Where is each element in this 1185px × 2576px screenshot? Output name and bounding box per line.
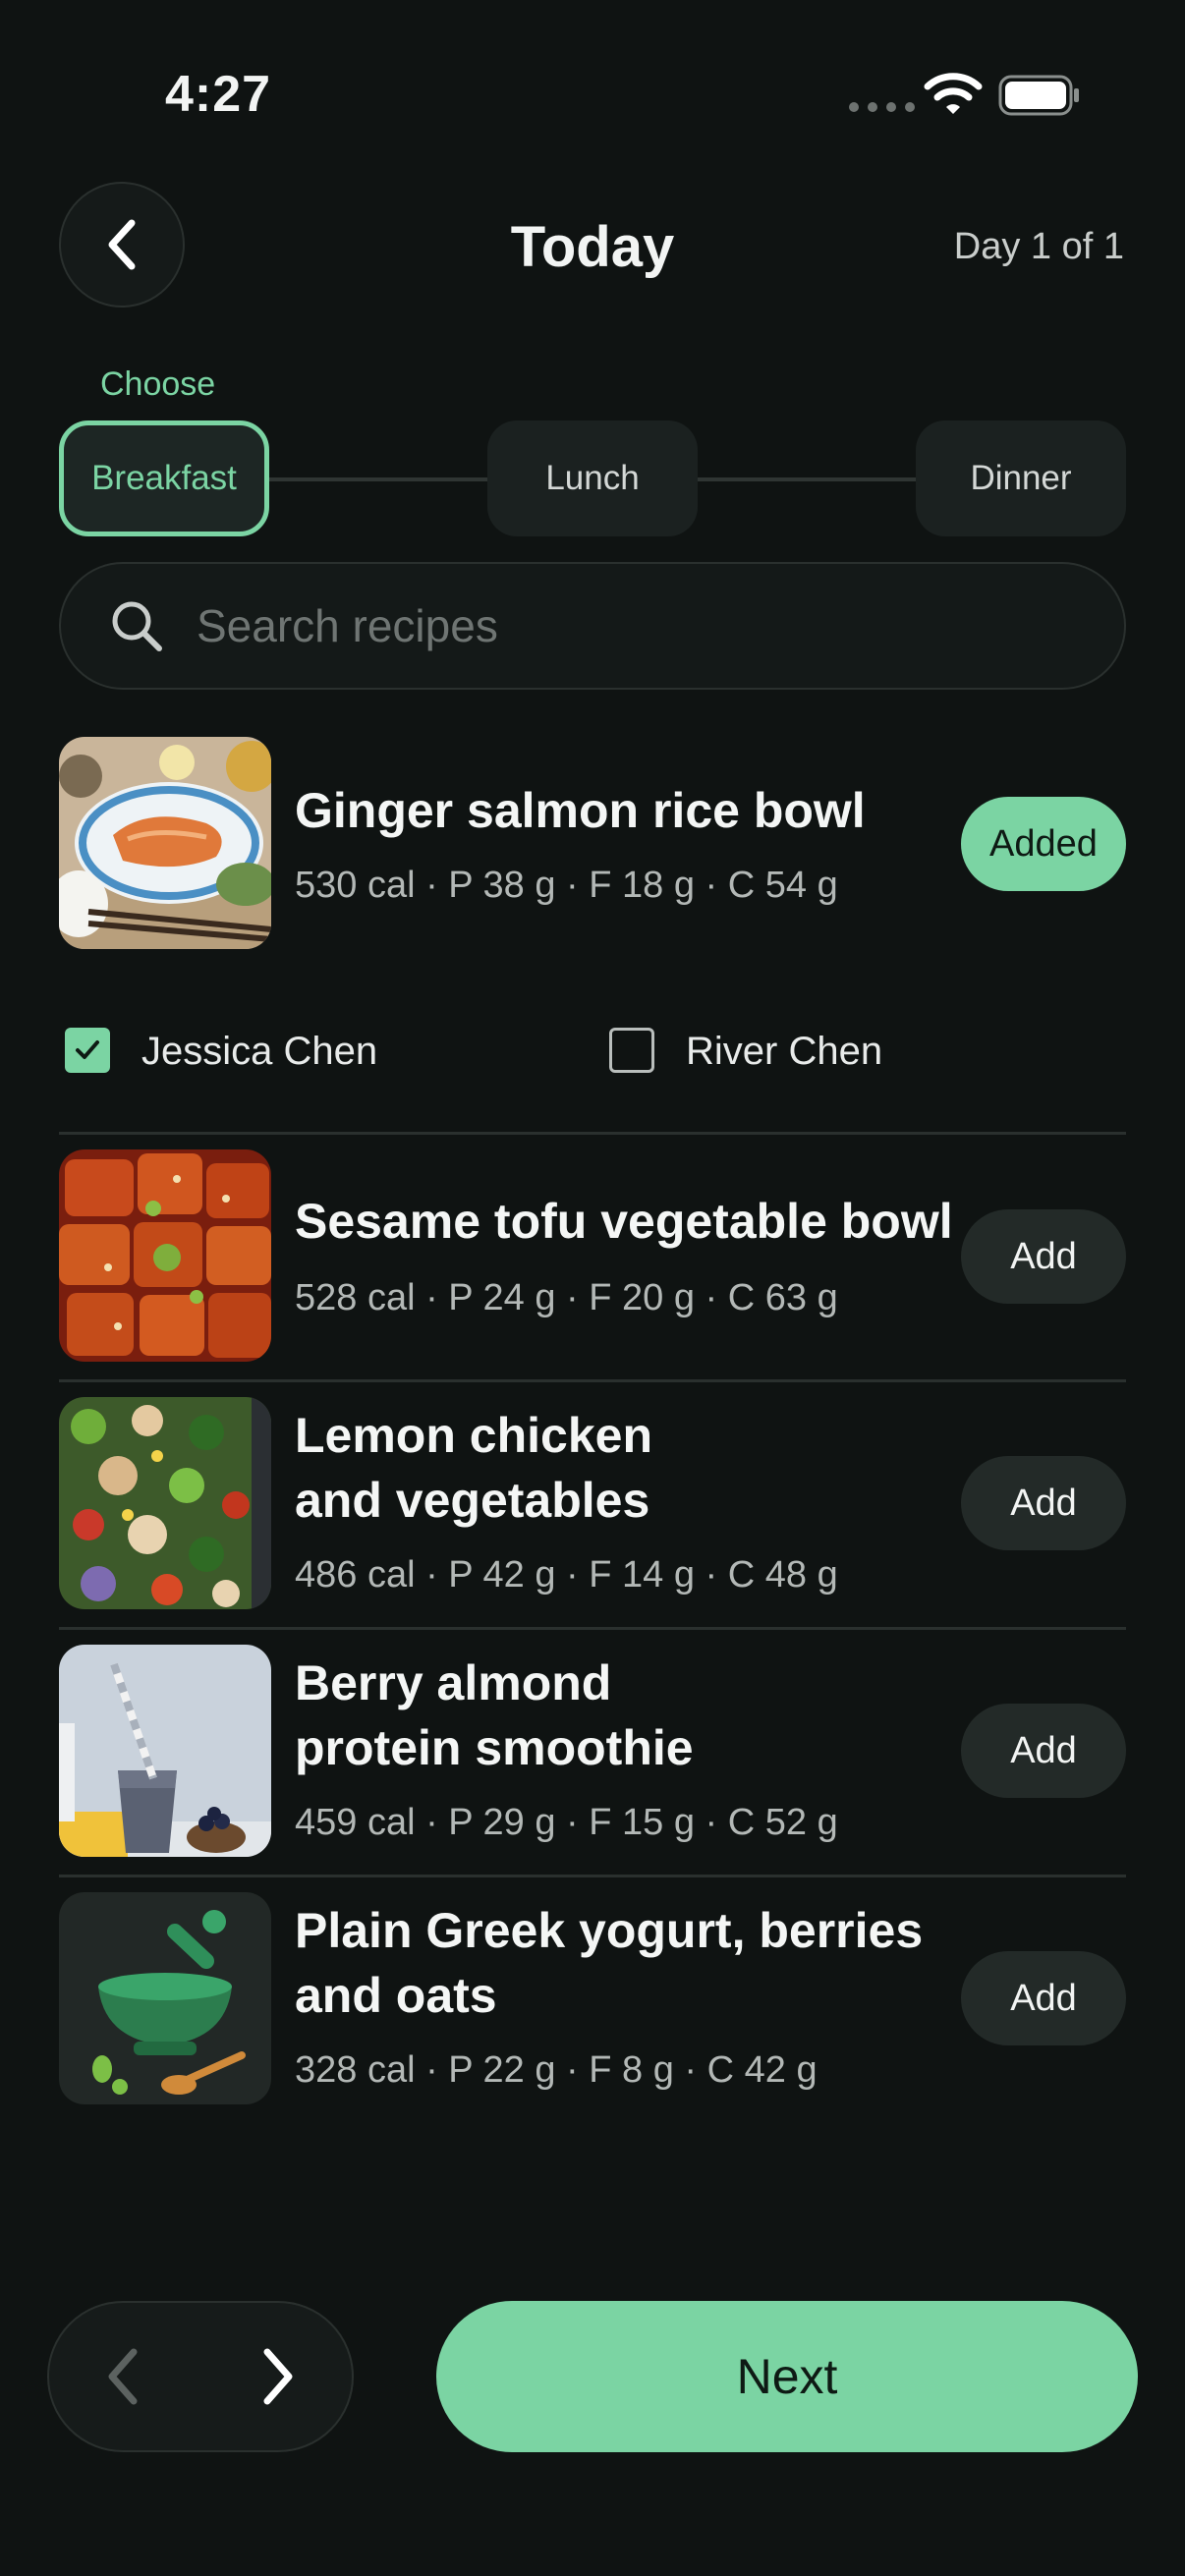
- tab-breakfast[interactable]: Breakfast: [59, 420, 269, 536]
- salmon-bowl-photo: [59, 737, 271, 949]
- smoothie-photo: [59, 1645, 271, 1857]
- recipe-name: Plain Greek yogurt, berries and oats: [295, 1903, 924, 2023]
- wifi-icon: [924, 73, 983, 114]
- chicken-vegetables-photo: [59, 1397, 271, 1609]
- add-button[interactable]: Add: [961, 1951, 1126, 2045]
- person-name: Jessica Chen: [141, 1030, 378, 1073]
- recipe-macros: 528 cal · P 24 g · F 20 g · C 63 g: [295, 1277, 838, 1318]
- recipe-image: [59, 737, 271, 949]
- day-pager: [47, 2301, 354, 2452]
- search-icon: [112, 601, 162, 651]
- next-button[interactable]: Next: [436, 2301, 1138, 2452]
- day-indicator: Day 1 of 1: [953, 226, 1124, 267]
- tab-connector: [267, 477, 489, 481]
- recipe-name: Lemon chicken and vegetables: [295, 1408, 652, 1528]
- recipe-macros: 328 cal · P 22 g · F 8 g · C 42 g: [295, 2049, 818, 2091]
- check-icon: [76, 1040, 99, 1059]
- divider: [59, 1627, 1126, 1630]
- search-bar[interactable]: [59, 562, 1126, 690]
- checkbox-river[interactable]: [609, 1028, 654, 1073]
- recipe-name: Ginger salmon rice bowl: [295, 783, 866, 838]
- add-button[interactable]: Add: [961, 1456, 1126, 1550]
- status-time: 4:27: [165, 66, 272, 123]
- recipe-name: Sesame tofu vegetable bowl: [295, 1194, 953, 1249]
- tab-lunch[interactable]: Lunch: [487, 420, 698, 536]
- cellular-signal-icon: [849, 102, 915, 112]
- battery-icon: [998, 75, 1079, 116]
- added-button[interactable]: Added: [961, 797, 1126, 891]
- recipe-image: [59, 1149, 271, 1362]
- recipe-image: [59, 1397, 271, 1609]
- search-input[interactable]: [195, 598, 1083, 653]
- chevron-left-icon: [108, 2348, 138, 2405]
- person-name: River Chen: [686, 1030, 883, 1073]
- recipe-name: Berry almond protein smoothie: [295, 1655, 694, 1775]
- recipe-macros: 530 cal · P 38 g · F 18 g · C 54 g: [295, 865, 838, 906]
- divider: [59, 1132, 1126, 1135]
- next-day-button[interactable]: [248, 2342, 307, 2411]
- add-button[interactable]: Add: [961, 1704, 1126, 1798]
- recipe-macros: 486 cal · P 42 g · F 14 g · C 48 g: [295, 1554, 838, 1596]
- checkbox-jessica[interactable]: [65, 1028, 110, 1073]
- mortar-pestle-icon: [92, 1910, 246, 2095]
- recipe-macros: 459 cal · P 29 g · F 15 g · C 52 g: [295, 1802, 838, 1843]
- tab-connector: [698, 477, 916, 481]
- recipe-image: [59, 1892, 271, 2104]
- chevron-right-icon: [263, 2348, 293, 2405]
- previous-day-button[interactable]: [94, 2342, 153, 2411]
- choose-hint: Choose: [100, 365, 216, 403]
- divider: [59, 1875, 1126, 1877]
- add-button[interactable]: Add: [961, 1209, 1126, 1304]
- recipe-image: [59, 1645, 271, 1857]
- tab-dinner[interactable]: Dinner: [916, 420, 1126, 536]
- tofu-photo: [59, 1149, 271, 1362]
- divider: [59, 1379, 1126, 1382]
